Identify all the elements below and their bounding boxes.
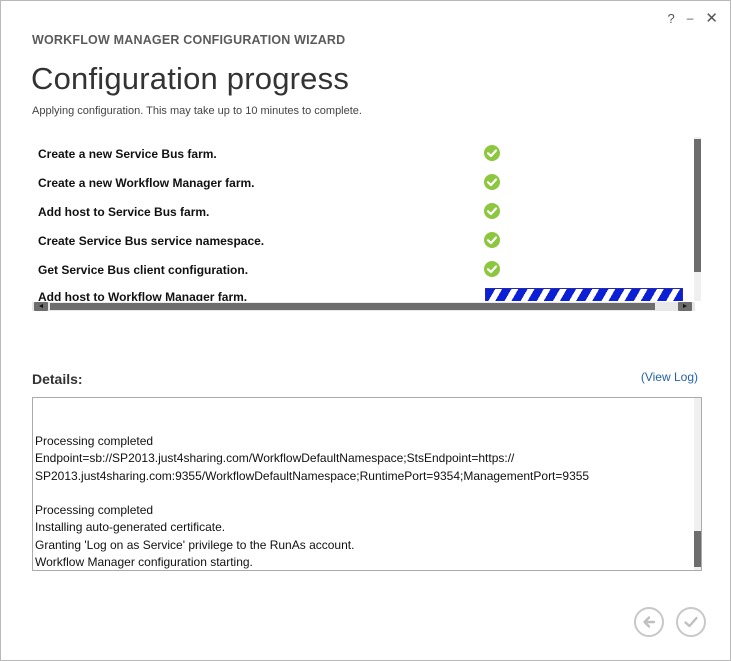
finish-button[interactable]	[676, 607, 706, 637]
steps-horizontal-scroll-thumb[interactable]	[50, 303, 655, 310]
window-controls: ? – ✕	[668, 11, 719, 26]
check-circle-icon	[484, 174, 500, 190]
details-log[interactable]: Processing completed Endpoint=sb://SP201…	[32, 397, 702, 571]
step-label: Create a new Service Bus farm.	[38, 147, 217, 161]
view-log-link[interactable]: (View Log)	[641, 370, 698, 384]
page-subtitle: Applying configuration. This may take up…	[32, 105, 362, 117]
log-line: Workflow Manager configuration starting.	[35, 555, 253, 569]
check-circle-icon	[484, 261, 500, 277]
log-line: Processing completed	[35, 434, 154, 448]
log-line: Processing completed	[35, 503, 154, 517]
log-line: Granting 'Log on as Service' privilege t…	[35, 538, 355, 552]
help-button[interactable]: ?	[668, 12, 675, 26]
progress-bar	[485, 288, 683, 301]
log-line: SP2013.just4sharing.com:9355/WorkflowDef…	[35, 469, 590, 483]
scroll-right-arrow-icon[interactable]	[678, 302, 692, 311]
step-row: Get Service Bus client configuration.	[38, 261, 688, 281]
log-line: Endpoint=sb://SP2013.just4sharing.com/Wo…	[35, 451, 515, 465]
details-heading: Details:	[32, 371, 83, 387]
step-row: Add host to Service Bus farm.	[38, 203, 688, 223]
check-circle-icon	[484, 145, 500, 161]
step-label: Add host to Service Bus farm.	[38, 205, 210, 219]
scroll-left-arrow-icon[interactable]	[34, 302, 48, 311]
steps-vertical-scroll-thumb[interactable]	[694, 139, 701, 272]
minimize-button[interactable]: –	[687, 11, 694, 25]
check-circle-outline-icon	[684, 616, 698, 628]
back-button[interactable]	[634, 607, 664, 637]
steps-list: Create a new Service Bus farm. Create a …	[32, 137, 693, 301]
step-row: Add host to Workflow Manager farm.	[38, 288, 688, 301]
wizard-title: WORKFLOW MANAGER CONFIGURATION WIZARD	[32, 33, 346, 47]
page-title: Configuration progress	[31, 61, 350, 96]
step-row: Create a new Workflow Manager farm.	[38, 174, 688, 194]
log-line: Installing auto-generated certificate.	[35, 520, 226, 534]
arrow-left-circle-icon	[643, 616, 656, 628]
steps-panel: Create a new Service Bus farm. Create a …	[32, 137, 701, 311]
step-label: Get Service Bus client configuration.	[38, 263, 249, 277]
step-label: Create Service Bus service namespace.	[38, 234, 265, 248]
wizard-window: ? – ✕ WORKFLOW MANAGER CONFIGURATION WIZ…	[0, 0, 731, 661]
check-circle-icon	[484, 232, 500, 248]
step-label: Add host to Workflow Manager farm.	[38, 290, 248, 301]
step-row: Create a new Service Bus farm.	[38, 145, 688, 165]
details-vertical-scroll-thumb[interactable]	[694, 531, 701, 567]
step-label: Create a new Workflow Manager farm.	[38, 176, 255, 190]
close-button[interactable]: ✕	[705, 11, 718, 26]
step-row: Create Service Bus service namespace.	[38, 232, 688, 252]
check-circle-icon	[484, 203, 500, 219]
